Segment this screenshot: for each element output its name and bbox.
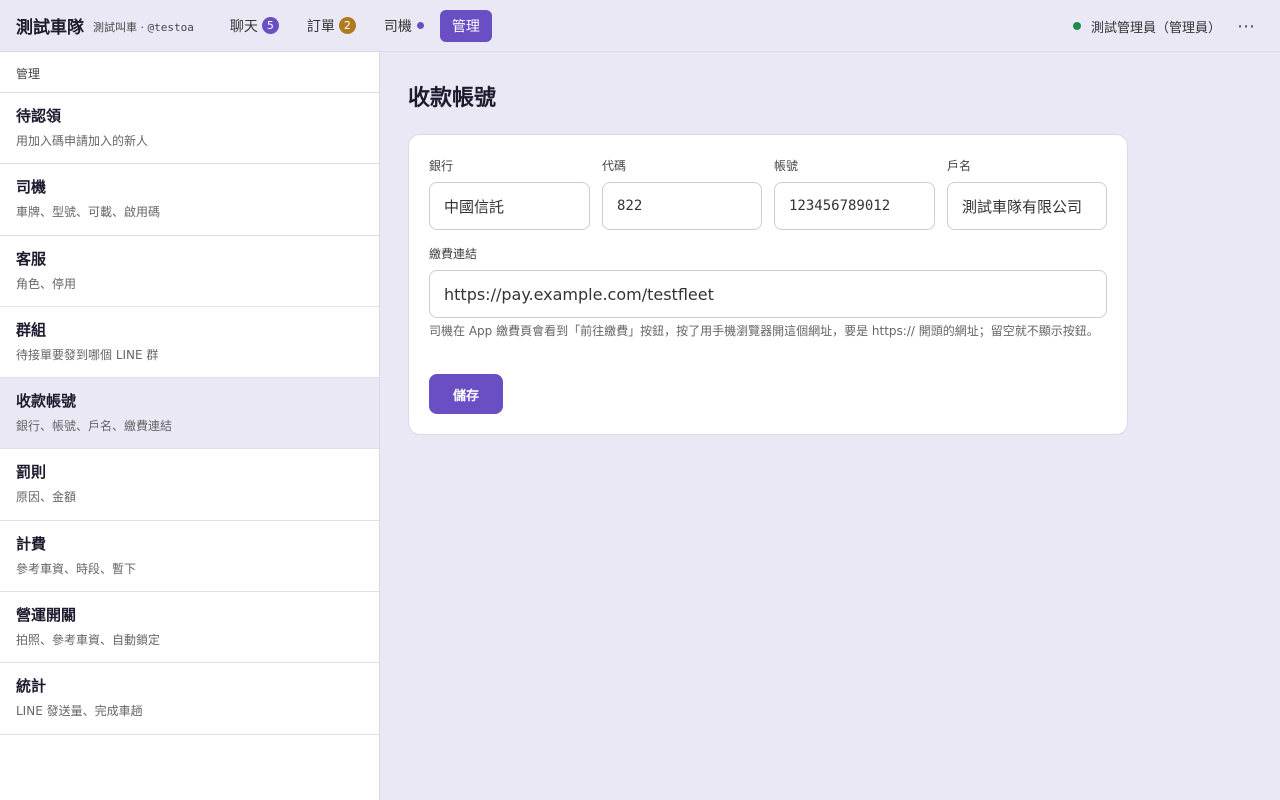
sidebar-item-payment-account[interactable]: 收款帳號 銀行、帳號、戶名、繳費連結 <box>0 378 379 450</box>
sidebar-item-title: 群組 <box>16 320 47 339</box>
more-icon[interactable]: ⋯ <box>1237 16 1256 37</box>
admin-sidebar: 管理 待認領 用加入碼申請加入的新人 司機 車牌、型號、可載、啟用碼 客服 角色… <box>0 52 380 800</box>
account-label: 帳號 <box>774 159 799 173</box>
sidebar-item-title: 待認領 <box>16 107 62 125</box>
sidebar-item-desc: LINE 發送量、完成車趟 <box>16 704 143 719</box>
orders-count-badge: 2 <box>338 17 356 34</box>
nav-chat-label: 聊天 <box>229 18 258 35</box>
bank-field-group: 銀行 <box>429 157 590 230</box>
sidebar-item-groups[interactable]: 群組 待接單要發到哪個 LINE 群 <box>0 307 379 379</box>
nav-admin[interactable]: 管理 <box>439 9 492 42</box>
main-nav: 聊天 5 訂單 2 司機 管理 <box>218 9 496 42</box>
account-name-input[interactable] <box>947 182 1107 230</box>
code-label: 代碼 <box>602 159 627 173</box>
sidebar-item-drivers[interactable]: 司機 車牌、型號、可載、啟用碼 <box>0 164 379 236</box>
nav-admin-label: 管理 <box>451 18 480 35</box>
nav-drivers-label: 司機 <box>383 18 412 35</box>
account-handle: @testoa <box>147 21 194 34</box>
nav-chat[interactable]: 聊天 5 <box>218 10 291 42</box>
chat-count-badge: 5 <box>261 17 279 34</box>
sidebar-header: 管理 <box>0 52 379 93</box>
page-title: 收款帳號 <box>408 85 497 111</box>
sidebar-item-pending[interactable]: 待認領 用加入碼申請加入的新人 <box>0 93 379 165</box>
online-status-icon <box>1072 22 1081 30</box>
nav-orders-label: 訂單 <box>306 18 335 35</box>
sidebar-item-stats[interactable]: 統計 LINE 發送量、完成車趟 <box>0 663 379 735</box>
payment-link-label: 繳費連結 <box>429 247 478 261</box>
account-name-label: 戶名 <box>947 159 972 173</box>
account-field-group: 帳號 <box>774 157 935 230</box>
sidebar-item-desc: 銀行、帳號、戶名、繳費連結 <box>16 419 173 434</box>
current-user: 測試管理員（管理員） <box>1090 20 1221 36</box>
sidebar-item-penalties[interactable]: 罰則 原因、金額 <box>0 449 379 521</box>
sidebar-item-desc: 原因、金額 <box>16 490 77 505</box>
sidebar-item-desc: 參考車資、時段、暫下 <box>16 561 137 576</box>
brand-title: 測試車隊 <box>16 18 84 38</box>
sidebar-item-title: 營運開關 <box>16 606 77 625</box>
brand-subtitle: 測試叫車 · @testoa <box>93 19 194 35</box>
drivers-indicator-dot <box>416 22 424 29</box>
sidebar-item-support[interactable]: 客服 角色、停用 <box>0 236 379 307</box>
code-field-group: 代碼 <box>602 157 762 230</box>
payment-account-form: 銀行 代碼 帳號 戶名 繳費連結 司機在 App 繳費頁會看到「前往繳費」按鈕，… <box>408 134 1128 435</box>
nav-drivers[interactable]: 司機 <box>372 10 436 42</box>
bank-code-input[interactable] <box>602 182 762 230</box>
name-field-group: 戶名 <box>947 157 1107 230</box>
save-button[interactable]: 儲存 <box>429 374 503 414</box>
user-area: 測試管理員（管理員） ⋯ <box>1072 0 1280 52</box>
sidebar-item-desc: 拍照、參考車資、自動鎖定 <box>16 633 161 648</box>
link-field-group: 繳費連結 <box>429 245 1107 318</box>
payment-link-input[interactable] <box>429 270 1107 318</box>
sidebar-item-operations[interactable]: 營運開關 拍照、參考車資、自動鎖定 <box>0 592 379 664</box>
bank-label: 銀行 <box>429 159 454 173</box>
main-content: 收款帳號 銀行 代碼 帳號 戶名 繳費連結 司機在 App 繳費頁會看到「前往繳… <box>380 52 1280 800</box>
sidebar-item-title: 統計 <box>16 677 47 696</box>
payment-link-help: 司機在 App 繳費頁會看到「前往繳費」按鈕，按了用手機瀏覽器開這個網址，要是 … <box>429 324 1099 338</box>
sidebar-item-desc: 車牌、型號、可載、啟用碼 <box>16 205 161 220</box>
sidebar-item-desc: 用加入碼申請加入的新人 <box>16 134 149 148</box>
nav-orders[interactable]: 訂單 2 <box>295 10 368 42</box>
sidebar-item-pricing[interactable]: 計費 參考車資、時段、暫下 <box>0 521 379 593</box>
sidebar-item-title: 計費 <box>16 534 47 553</box>
bank-input[interactable] <box>429 182 590 230</box>
sidebar-item-title: 客服 <box>16 249 47 268</box>
sidebar-item-title: 罰則 <box>16 463 47 482</box>
subtitle-text: 測試叫車 · <box>93 21 148 34</box>
account-number-input[interactable] <box>774 182 935 230</box>
sidebar-item-title: 收款帳號 <box>16 392 77 411</box>
sidebar-item-desc: 待接單要發到哪個 LINE 群 <box>16 347 159 362</box>
sidebar-item-title: 司機 <box>16 178 47 197</box>
sidebar-item-desc: 角色、停用 <box>16 276 77 291</box>
top-bar: 測試車隊 測試叫車 · @testoa 聊天 5 訂單 2 司機 管理 測試管理… <box>0 0 1280 52</box>
